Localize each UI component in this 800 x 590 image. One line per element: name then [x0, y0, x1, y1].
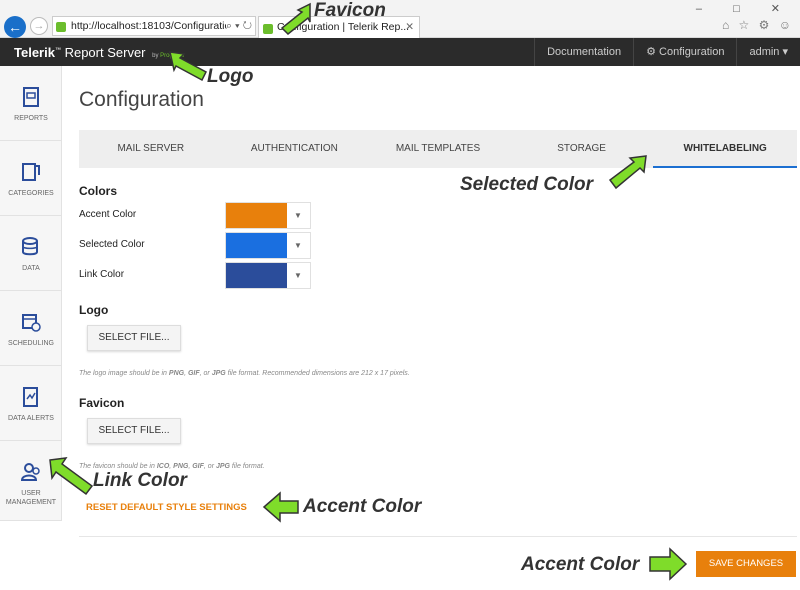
colors-heading: Colors — [79, 184, 118, 198]
arrow-shape — [169, 51, 207, 82]
window-controls[interactable]: – □ ✕ — [696, 2, 794, 15]
sidebar-item-label: DATA ALERTS — [8, 415, 54, 422]
link-color-swatch — [226, 263, 287, 288]
selected-color-label: Selected Color — [79, 239, 145, 250]
chevron-down-icon[interactable]: ▼ — [286, 203, 310, 228]
scheduling-icon — [22, 314, 41, 332]
brand-logo[interactable]: Telerik™ Report Server by Progress — [14, 45, 184, 60]
sidebar-item-scheduling[interactable]: SCHEDULING — [0, 291, 62, 366]
annotation-arrow-favicon — [280, 2, 311, 36]
annotation-arrow-accent-color-save — [649, 547, 688, 581]
tab-authentication[interactable]: AUTHENTICATION — [223, 130, 367, 168]
sidebar-item-label: CATEGORIES — [8, 190, 54, 197]
annotation-favicon: Favicon — [314, 0, 386, 21]
arrow-shape — [608, 155, 647, 190]
divider — [79, 536, 797, 537]
sidebar-item-data[interactable]: DATA — [0, 216, 62, 291]
annotation-selected-color: Selected Color — [460, 174, 594, 195]
accent-color-swatch — [226, 203, 287, 228]
tab-mail-templates[interactable]: MAIL TEMPLATES — [366, 130, 510, 168]
favicon-hint: The favicon should be in ICO, PNG, GIF, … — [79, 463, 265, 470]
categories-icon — [22, 163, 40, 181]
annotation-arrow-link-color — [49, 457, 94, 496]
annotation-accent-color-reset: Accent Color — [303, 496, 422, 517]
browser-chrome: ← → http://localhost:18103/Configuration… — [0, 0, 800, 38]
nav-user-menu[interactable]: admin ▾ — [736, 38, 800, 66]
brand-rest: Report Server — [64, 45, 146, 60]
user-management-icon — [21, 463, 40, 481]
tab-whitelabeling[interactable]: WHITELABELING — [653, 130, 797, 168]
nav-documentation[interactable]: Documentation — [534, 38, 633, 66]
annotation-arrow-accent-color-reset — [262, 491, 299, 523]
tab-mail-server[interactable]: MAIL SERVER — [79, 130, 223, 168]
accent-color-label: Accent Color — [79, 209, 137, 220]
app-header: Telerik™ Report Server by Progress Docum… — [0, 38, 800, 66]
logo-heading: Logo — [79, 303, 109, 317]
nav-configuration[interactable]: ⚙ Configuration — [633, 38, 736, 66]
screenshot-root: ← → http://localhost:18103/Configuration… — [0, 0, 800, 590]
annotation-arrow-selected-color — [608, 155, 647, 190]
favicon-select-file-button[interactable]: SELECT FILE... — [87, 418, 181, 444]
annotation-accent-color-save: Accent Color — [521, 554, 640, 575]
sidebar-item-label: DATA — [22, 265, 40, 272]
address-tools-icon[interactable]: ⌕ ▾ ↻ — [225, 17, 252, 35]
sidebar-item-reports[interactable]: REPORTS — [0, 66, 62, 141]
tab-close-icon[interactable]: ✕ — [405, 17, 414, 37]
sidebar-item-label: REPORTS — [14, 115, 48, 122]
annotation-link-color: Link Color — [93, 470, 187, 491]
favicon-icon — [56, 20, 66, 35]
sidebar-item-data-alerts[interactable]: DATA ALERTS — [0, 366, 62, 441]
chevron-down-icon[interactable]: ▼ — [286, 263, 310, 288]
annotation-logo: Logo — [207, 66, 254, 87]
reports-icon — [23, 87, 39, 107]
chevron-down-icon[interactable]: ▼ — [286, 233, 310, 258]
arrow-shape — [649, 547, 688, 581]
favicon-heading: Favicon — [79, 396, 125, 410]
address-bar[interactable]: http://localhost:18103/Configuration/li … — [52, 16, 256, 36]
back-icon[interactable]: ← — [4, 16, 26, 38]
logo-hint: The logo image should be in PNG, GIF, or… — [79, 370, 410, 377]
data-icon — [22, 237, 38, 256]
browser-toolbar-icons[interactable]: ⌂ ☆ ⚙ ☺ — [722, 18, 794, 32]
sidebar: REPORTS CATEGORIES DATA SCHEDULING DATA … — [0, 66, 62, 521]
sidebar-item-categories[interactable]: CATEGORIES — [0, 141, 62, 216]
config-tabs: MAIL SERVER AUTHENTICATION MAIL TEMPLATE… — [79, 130, 797, 168]
arrow-shape — [280, 2, 311, 36]
brand-main: Telerik — [14, 45, 55, 60]
forward-icon[interactable]: → — [30, 17, 48, 35]
selected-color-picker[interactable]: ▼ — [225, 232, 311, 259]
data-alerts-icon — [23, 387, 38, 407]
arrow-shape — [262, 491, 299, 523]
accent-color-picker[interactable]: ▼ — [225, 202, 311, 229]
selected-color-swatch — [226, 233, 287, 258]
reset-default-style-link[interactable]: RESET DEFAULT STYLE SETTINGS — [86, 502, 247, 513]
arrow-shape — [49, 457, 94, 496]
tab-favicon-icon — [263, 21, 273, 38]
logo-select-file-button[interactable]: SELECT FILE... — [87, 325, 181, 351]
link-color-label: Link Color — [79, 269, 125, 280]
sidebar-item-label: SCHEDULING — [8, 340, 54, 347]
top-nav: Documentation ⚙ Configuration admin ▾ — [534, 38, 800, 66]
save-changes-button[interactable]: SAVE CHANGES — [696, 551, 796, 577]
page-title: Configuration — [79, 88, 204, 111]
address-url: http://localhost:18103/Configuration/li — [71, 20, 244, 32]
annotation-arrow-logo — [169, 51, 207, 82]
brand-by: by — [152, 53, 159, 59]
link-color-picker[interactable]: ▼ — [225, 262, 311, 289]
